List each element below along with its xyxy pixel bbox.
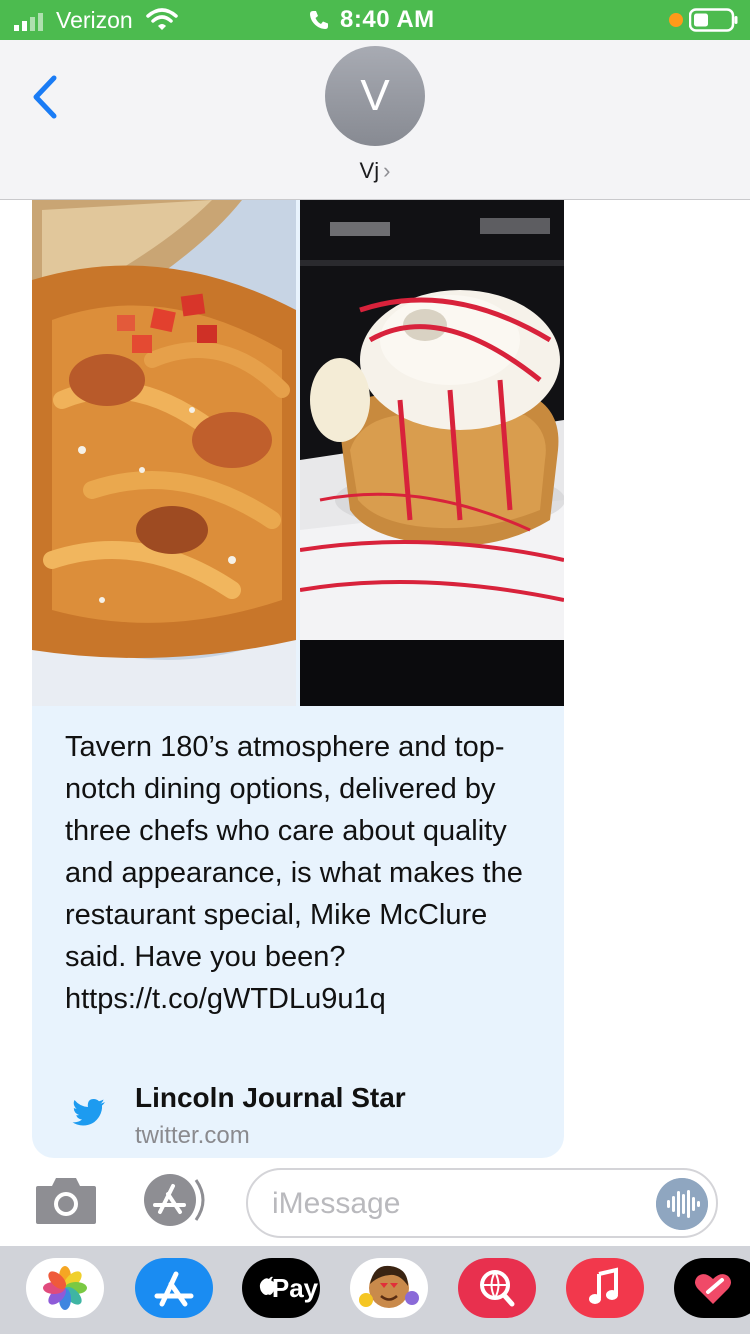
pasta-with-shrimp-photo[interactable] xyxy=(32,200,296,706)
pasta-illustration xyxy=(32,200,296,706)
status-bar: Verizon 8:40 AM xyxy=(0,0,750,40)
photos-app-button[interactable] xyxy=(26,1258,104,1318)
dessert-illustration xyxy=(300,200,564,706)
web-search-app-button[interactable] xyxy=(458,1258,536,1318)
back-button[interactable] xyxy=(26,72,66,122)
messages-screen: Verizon 8:40 AM V Vj › Tavern 180’s atmo… xyxy=(0,0,750,1334)
message-text[interactable]: Tavern 180’s atmosphere and top-notch di… xyxy=(65,726,545,1020)
status-time: 8:40 AM xyxy=(340,6,435,33)
app-store-app-button[interactable] xyxy=(135,1258,213,1318)
link-preview-title: Lincoln Journal Star xyxy=(135,1082,406,1113)
dessert-with-ice-cream-photo[interactable] xyxy=(300,200,564,706)
photos-icon xyxy=(43,1266,87,1310)
wifi-icon xyxy=(146,8,178,30)
input-bar xyxy=(0,1158,750,1246)
battery-icon xyxy=(689,8,738,32)
music-app-button[interactable] xyxy=(566,1258,644,1318)
twitter-bird-icon xyxy=(72,1099,105,1126)
audio-waveform-icon[interactable] xyxy=(656,1178,708,1230)
app-drawer: Pay xyxy=(0,1246,750,1334)
digital-touch-app-button[interactable] xyxy=(674,1258,750,1318)
conversation-header: V Vj › xyxy=(0,40,750,200)
memoji-app-button[interactable] xyxy=(350,1258,428,1318)
chevron-right-icon: › xyxy=(383,158,391,183)
phone-icon xyxy=(310,11,328,29)
link-preview-domain: twitter.com xyxy=(135,1122,250,1149)
memoji-icon xyxy=(359,1265,419,1308)
carrier-label: Verizon xyxy=(56,7,133,33)
app-store-drawer-icon xyxy=(154,1271,194,1307)
heart-touch-icon xyxy=(695,1274,731,1304)
camera-icon[interactable] xyxy=(34,1174,98,1226)
apple-pay-app-button[interactable]: Pay xyxy=(242,1258,320,1318)
music-note-icon xyxy=(589,1267,618,1304)
message-input-container[interactable] xyxy=(246,1168,718,1238)
message-bubble[interactable]: Tavern 180’s atmosphere and top-notch di… xyxy=(32,200,564,1158)
globe-search-icon xyxy=(480,1270,515,1307)
orange-indicator-dot xyxy=(669,13,683,27)
app-store-icon[interactable] xyxy=(140,1172,212,1228)
apple-pay-label: Pay xyxy=(271,1273,319,1303)
contact-avatar[interactable]: V xyxy=(325,46,425,146)
link-preview[interactable]: Lincoln Journal Star twitter.com xyxy=(32,1070,564,1158)
message-input[interactable] xyxy=(272,1182,642,1226)
contact-name-button[interactable]: Vj › xyxy=(0,158,750,184)
signal-icon xyxy=(14,13,43,31)
contact-name: Vj xyxy=(359,158,380,183)
